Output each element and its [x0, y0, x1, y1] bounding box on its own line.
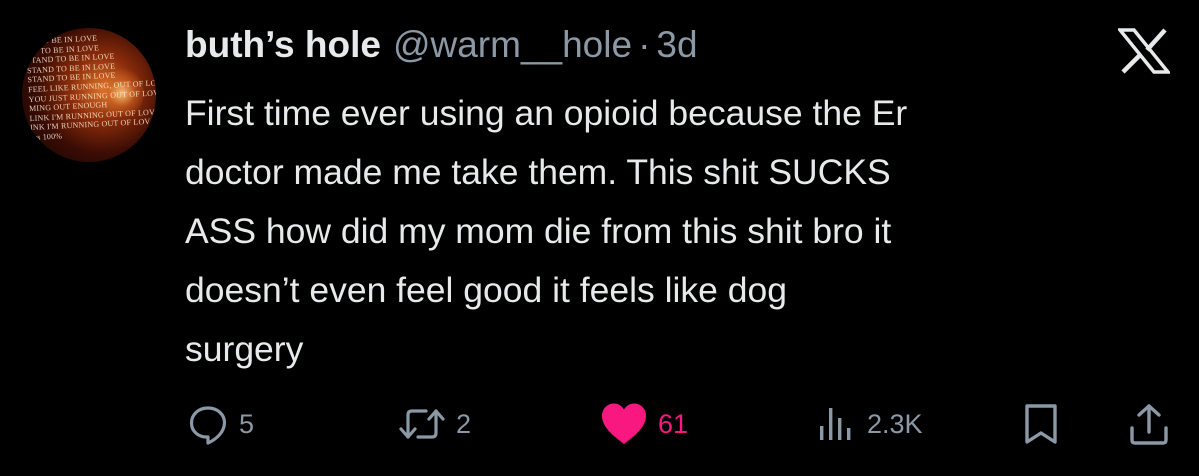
tweet-text: First time ever using an opioid because … — [185, 93, 908, 369]
reply-button[interactable]: 5 — [187, 398, 254, 450]
views-icon — [817, 404, 857, 444]
reply-icon — [187, 403, 229, 445]
repost-icon — [398, 403, 446, 445]
avatar-text: SO TO BE IN LOVE ND TO BE IN LOVE STAND … — [25, 31, 156, 143]
views-count: 2.3K — [867, 408, 923, 439]
like-count: 61 — [658, 408, 689, 439]
x-logo[interactable] — [1116, 28, 1172, 74]
profile-avatar[interactable]: SO TO BE IN LOVE ND TO BE IN LOVE STAND … — [22, 28, 156, 162]
heart-icon — [600, 402, 648, 446]
views-button[interactable]: 2.3K — [817, 398, 923, 450]
bookmark-icon — [1022, 402, 1060, 446]
display-name[interactable]: buth’s hole — [185, 24, 381, 66]
reply-count: 5 — [239, 408, 255, 439]
share-icon — [1128, 402, 1170, 446]
separator-dot: · — [638, 24, 651, 65]
share-button[interactable] — [1128, 398, 1170, 450]
like-button[interactable]: 61 — [600, 398, 688, 450]
timestamp[interactable]: 3d — [656, 24, 697, 66]
repost-count: 2 — [456, 408, 472, 439]
repost-button[interactable]: 2 — [398, 398, 471, 450]
tweet-card: SO TO BE IN LOVE ND TO BE IN LOVE STAND … — [0, 0, 1199, 476]
tweet-header: buth’s hole @warm__hole · 3d — [185, 24, 698, 70]
bookmark-button[interactable] — [1022, 398, 1060, 450]
user-handle[interactable]: @warm__hole — [393, 24, 632, 66]
tweet-actions: 5 2 61 2.3K — [0, 398, 1199, 450]
